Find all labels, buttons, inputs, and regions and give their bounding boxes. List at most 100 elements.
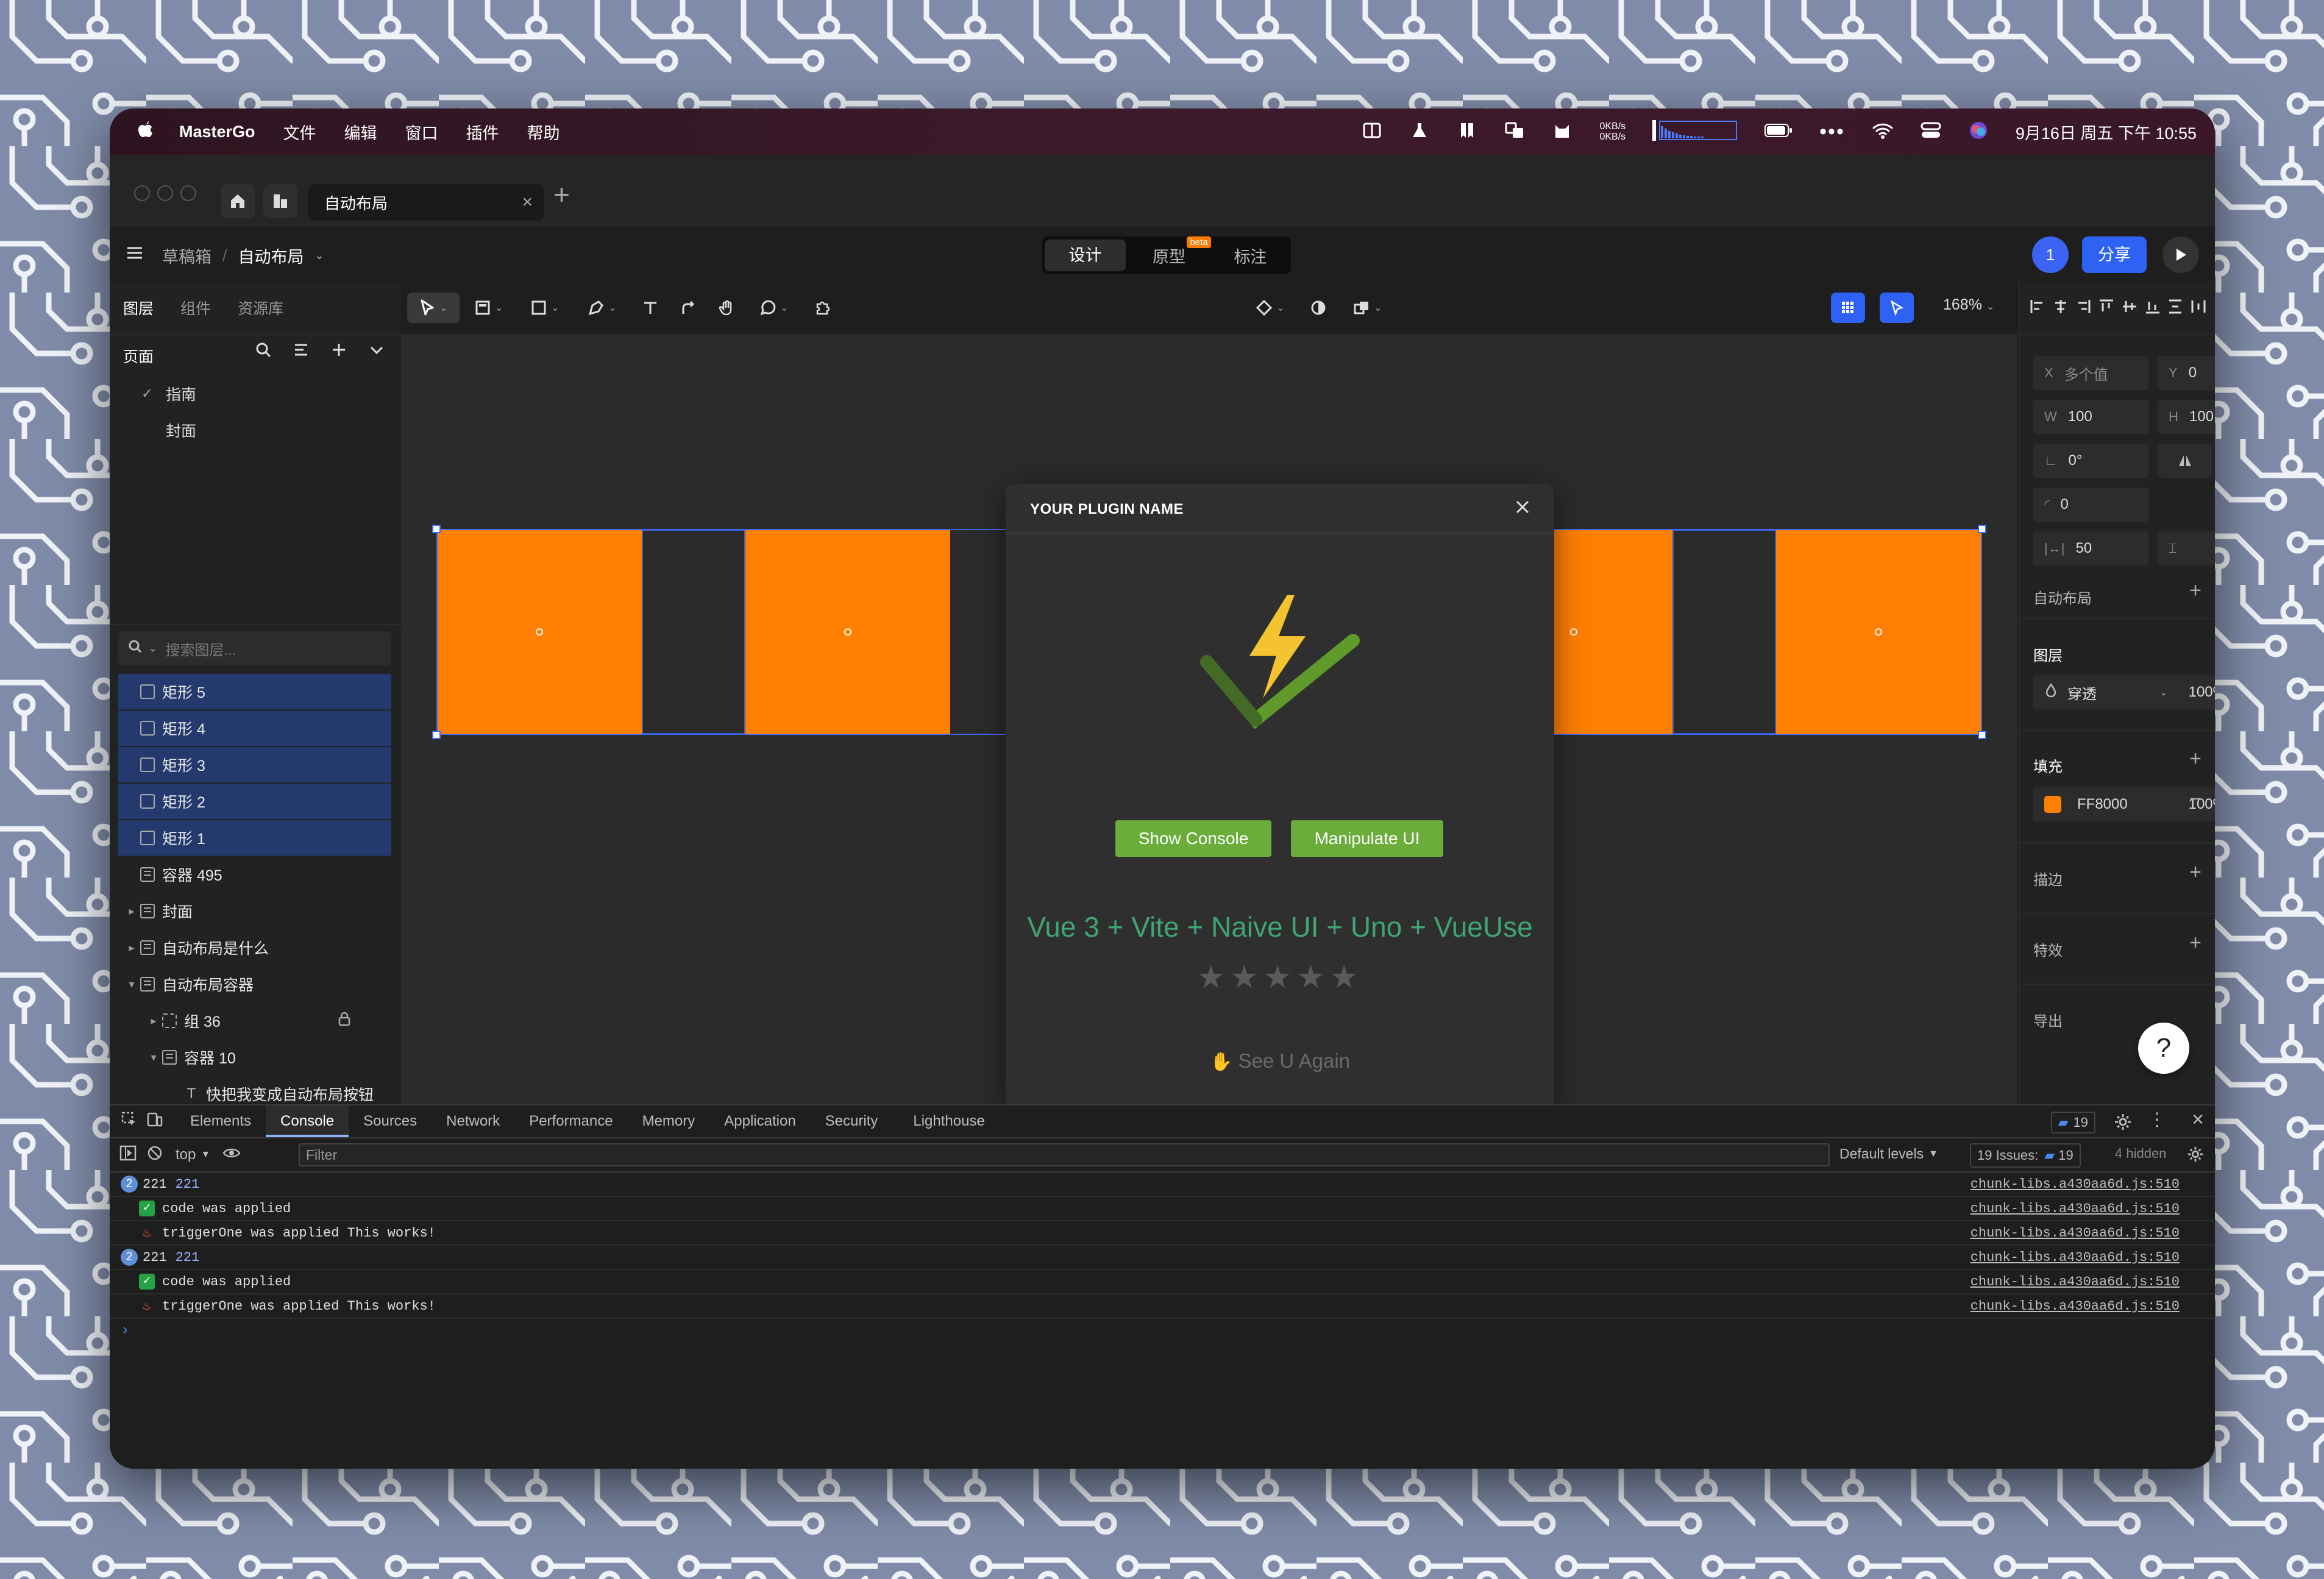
console-log-row[interactable]: 2 221 221 chunk-libs.a430aa6d.js:510 [110, 1173, 2215, 1197]
devtools-tab-sources[interactable]: Sources [349, 1105, 432, 1137]
chevron-down-icon[interactable]: ⌄ [315, 249, 324, 262]
tab-assets[interactable]: 资源库 [238, 297, 283, 319]
align-vcenter-icon[interactable] [2122, 299, 2137, 318]
battery-icon[interactable] [1764, 123, 1793, 141]
show-console-button[interactable]: Show Console [1115, 820, 1271, 857]
bookmark-grid-icon[interactable] [1457, 121, 1477, 143]
console-filter-input[interactable]: Filter [299, 1143, 1830, 1166]
resize-handle-bl[interactable] [432, 731, 441, 739]
spacing-field[interactable]: |↔| 50 [2033, 531, 2149, 566]
device-toolbar-icon[interactable] [146, 1111, 163, 1132]
log-source-link[interactable]: chunk-libs.a430aa6d.js:510 [1970, 1226, 2180, 1241]
lock-icon[interactable] [338, 1012, 351, 1031]
log-source-link[interactable]: chunk-libs.a430aa6d.js:510 [1970, 1299, 2180, 1314]
page-item-cover[interactable]: 封面 [110, 413, 401, 447]
log-source-link[interactable]: chunk-libs.a430aa6d.js:510 [1970, 1274, 2180, 1290]
align-right-icon[interactable] [2075, 299, 2091, 318]
close-plugin-button[interactable] [1513, 497, 1532, 520]
log-levels-dropdown[interactable]: Default levels ▼ [1839, 1146, 1938, 1162]
home-button[interactable] [221, 184, 255, 218]
expand-caret-icon[interactable]: ▾ [123, 978, 140, 991]
tab-design[interactable]: 设计 [1045, 240, 1126, 271]
app-menu-mastergo[interactable]: MasterGo [179, 122, 255, 141]
console-log-row[interactable]: ♨ triggerOne was applied This works! chunk… [110, 1294, 2215, 1319]
devtools-tab-security[interactable]: Security [811, 1105, 893, 1137]
files-button[interactable] [263, 184, 297, 218]
layer-row[interactable]: 矩形 3 [118, 747, 391, 782]
frame-tool[interactable]: ⌄ [464, 293, 513, 323]
mask-tool[interactable] [1303, 293, 1334, 323]
log-source-link[interactable]: chunk-libs.a430aa6d.js:510 [1970, 1250, 2180, 1265]
zoom-window-button[interactable] [180, 185, 196, 201]
context-select[interactable]: top [176, 1146, 196, 1163]
breadcrumb-drafts[interactable]: 草稿箱 [162, 244, 211, 268]
console-log-row[interactable]: ✓ code was applied chunk-libs.a430aa6d.js:… [110, 1197, 2215, 1221]
avatar[interactable]: 1 [2032, 236, 2069, 273]
hand-tool[interactable] [712, 293, 742, 323]
collapse-pages-icon[interactable] [368, 341, 385, 361]
devtools-tab-network[interactable]: Network [432, 1105, 514, 1137]
share-button[interactable]: 分享 [2082, 236, 2147, 273]
console-log-row[interactable]: 2 221 221 chunk-libs.a430aa6d.js:510 [110, 1246, 2215, 1270]
hamburger-menu-icon[interactable] [124, 243, 145, 266]
translate-icon[interactable] [1504, 121, 1525, 143]
close-tab-icon[interactable]: × [522, 192, 533, 213]
help-button[interactable]: ? [2138, 1023, 2189, 1074]
menu-edit[interactable]: 编辑 [344, 120, 377, 144]
layer-row[interactable]: 容器 495 [118, 857, 391, 892]
distribute-horizontal-icon[interactable] [2191, 299, 2206, 318]
inspect-element-icon[interactable] [121, 1111, 138, 1132]
add-stroke-icon[interactable]: + [2189, 860, 2201, 884]
menu-help[interactable]: 帮助 [527, 120, 560, 144]
console-log-row[interactable]: ♨ triggerOne was applied This works! chunk… [110, 1221, 2215, 1246]
devtools-tab-memory[interactable]: Memory [628, 1105, 710, 1137]
layer-row[interactable]: ▸ 组 36 [118, 1003, 391, 1038]
devtools-tab-lighthouse[interactable]: Lighthouse [898, 1105, 999, 1137]
log-source-link[interactable]: chunk-libs.a430aa6d.js:510 [1970, 1201, 2180, 1216]
layer-search-input[interactable]: ⌄ 搜索图层... [118, 631, 391, 665]
corner-radius-field[interactable]: ◜ 0 [2033, 488, 2149, 522]
layer-row[interactable]: ▾ 自动布局容器 [118, 967, 391, 1002]
document-tab[interactable]: 自动布局 × [308, 184, 544, 221]
width-field[interactable]: W 100 [2033, 400, 2149, 434]
smart-select-toggle[interactable] [1880, 293, 1914, 323]
fill-row[interactable]: FF8000 100% [2033, 787, 2215, 821]
layer-row[interactable]: T 快把我变成自动布局按钮 [118, 1076, 391, 1103]
y-field[interactable]: Y0 [2158, 356, 2215, 390]
rating-stars[interactable]: ★★★★★ [1006, 959, 1554, 996]
x-field[interactable]: X 多个值 [2033, 356, 2149, 390]
expand-caret-icon[interactable]: ▸ [123, 942, 140, 954]
padding-field[interactable]: ⌶ [2158, 531, 2215, 566]
book-icon[interactable] [1362, 121, 1382, 143]
control-center-icon[interactable] [1921, 121, 1941, 143]
zoom-dropdown[interactable]: 168% ⌄ [1943, 296, 1994, 314]
expand-caret-icon[interactable]: ▸ [145, 1015, 162, 1027]
rotation-field[interactable]: ∟ 0° [2033, 444, 2149, 478]
align-top-icon[interactable] [2098, 299, 2114, 318]
present-button[interactable] [2162, 236, 2199, 273]
devtools-tab-console[interactable]: Console [266, 1105, 349, 1137]
new-tab-button[interactable]: + [553, 178, 570, 211]
breadcrumb-file[interactable]: 自动布局 [238, 244, 304, 268]
console-log-row[interactable]: ✓ code was applied chunk-libs.a430aa6d.js:… [110, 1270, 2215, 1294]
manipulate-ui-button[interactable]: Manipulate UI [1291, 820, 1443, 857]
more-vertical-icon[interactable]: ⋮ [2148, 1109, 2166, 1130]
issues-button[interactable]: 19 Issues: ▰ 19 [1970, 1143, 2081, 1168]
search-icon[interactable] [255, 341, 272, 361]
console-settings-gear-icon[interactable] [2187, 1146, 2204, 1167]
tab-annotate[interactable]: 标注 [1210, 244, 1291, 268]
comment-tool[interactable]: ⌄ [750, 293, 798, 323]
gear-icon[interactable] [2114, 1113, 2132, 1135]
flask-icon[interactable] [1409, 121, 1430, 143]
layer-row[interactable]: ▸ 封面 [118, 893, 391, 929]
flip-horizontal-button[interactable] [2158, 444, 2212, 478]
minimize-window-button[interactable] [157, 185, 173, 201]
layer-row[interactable]: 矩形 5 [118, 674, 391, 709]
add-fill-icon[interactable]: + [2189, 747, 2201, 771]
devtools-tab-elements[interactable]: Elements [176, 1105, 266, 1137]
wifi-icon[interactable] [1872, 122, 1894, 142]
layer-row[interactable]: ▾ 容器 10 [118, 1040, 391, 1075]
fill-swatch[interactable] [2044, 796, 2061, 813]
plugins-tool[interactable] [807, 293, 837, 323]
cat-icon[interactable] [1552, 121, 1572, 143]
